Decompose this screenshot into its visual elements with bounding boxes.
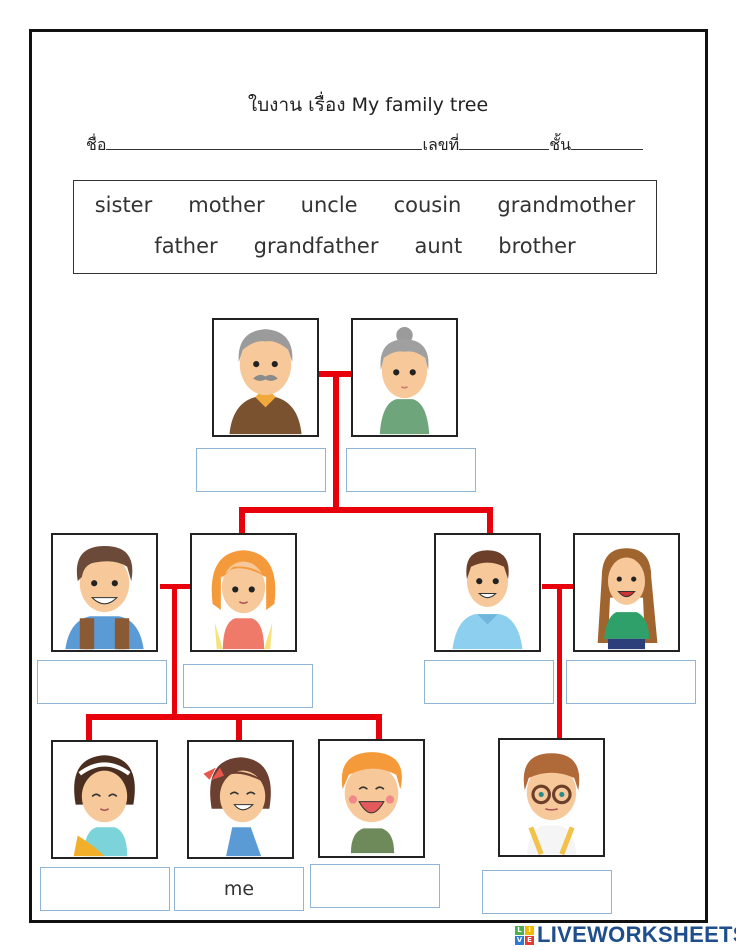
word-uncle: uncle	[300, 193, 358, 217]
connector-generation-2-bar	[239, 507, 493, 513]
word-cousin: cousin	[393, 193, 462, 217]
answer-box-grandfather[interactable]	[196, 448, 326, 492]
class-label: ชั้น	[549, 135, 572, 154]
girl-me-portrait-icon	[187, 740, 294, 859]
word-sister: sister	[94, 193, 153, 217]
answer-box-aunt[interactable]	[566, 660, 696, 704]
answer-box-father[interactable]	[37, 660, 167, 704]
number-blank[interactable]	[459, 135, 550, 150]
word-bank: sister mother uncle cousin grandmother f…	[73, 180, 657, 274]
cousin-portrait-icon	[498, 738, 605, 857]
connector-to-sister	[86, 714, 92, 740]
brother-portrait-icon	[318, 739, 425, 858]
number-label: เลขที่	[422, 135, 460, 154]
connector-to-me	[236, 714, 242, 740]
connector-grandparents-descent	[333, 371, 339, 511]
word-grandmother: grandmother	[497, 193, 636, 217]
liveworksheets-logo[interactable]: L I V E LIVEWORKSHEETS	[515, 922, 736, 948]
connector-to-uncle	[487, 507, 493, 533]
uncle-portrait-icon	[434, 533, 541, 652]
father-portrait-icon	[51, 533, 158, 652]
grandfather-portrait-icon	[212, 318, 319, 437]
word-grandfather: grandfather	[253, 234, 379, 258]
connector-to-cousin	[557, 584, 562, 738]
word-brother: brother	[498, 234, 576, 258]
answer-box-me[interactable]: me	[174, 867, 304, 911]
word-mother: mother	[188, 193, 265, 217]
word-bank-row-1: sister mother uncle cousin grandmother	[74, 193, 656, 217]
answer-box-brother[interactable]	[310, 864, 440, 908]
word-father: father	[154, 234, 218, 258]
aunt-portrait-icon	[573, 533, 680, 652]
connector-children-bar	[86, 714, 382, 720]
logo-blocks-icon: L I V E	[515, 925, 534, 945]
grandmother-portrait-icon	[351, 318, 458, 437]
connector-to-brother	[376, 714, 382, 740]
answer-box-sister[interactable]	[40, 867, 170, 911]
brand-name: LIVEWORKSHEETS	[537, 922, 736, 947]
worksheet-title: ใบงาน เรื่อง My family tree	[247, 94, 489, 116]
class-blank[interactable]	[571, 135, 644, 150]
name-label: ชื่อ	[86, 135, 107, 154]
student-info-row: ชื่อ เลขที่ ชั้น	[86, 133, 644, 158]
answer-box-uncle[interactable]	[424, 660, 554, 704]
answer-box-cousin[interactable]	[482, 870, 612, 914]
answer-box-mother[interactable]	[183, 664, 313, 708]
word-bank-row-2: father grandfather aunt brother	[74, 234, 656, 258]
connector-parents-descent	[172, 584, 177, 718]
name-blank[interactable]	[106, 135, 423, 150]
sister-portrait-icon	[51, 740, 158, 859]
connector-to-mom	[239, 507, 245, 533]
answer-box-grandmother[interactable]	[346, 448, 476, 492]
word-aunt: aunt	[414, 234, 463, 258]
mother-portrait-icon	[190, 533, 297, 652]
